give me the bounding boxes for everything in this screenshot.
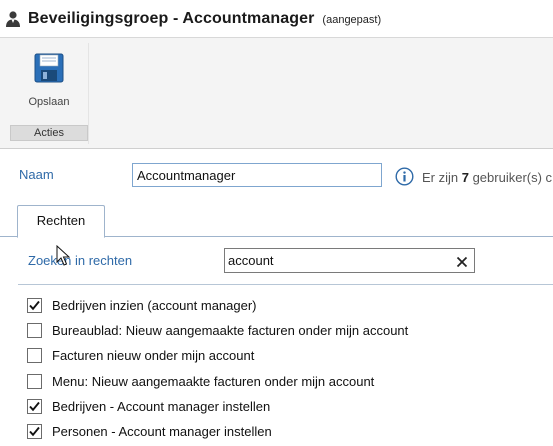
window-title: Beveiligingsgroep - Accountmanager bbox=[28, 9, 315, 27]
save-button-label: Opslaan bbox=[28, 96, 70, 108]
ribbon-toolbar: Opslaan Acties bbox=[0, 37, 553, 149]
search-label: Zoeken in rechten bbox=[28, 253, 133, 268]
permission-label: Personen - Account manager instellen bbox=[52, 424, 272, 440]
permission-item[interactable]: Menu: Nieuw aangemaakte facturen onder m… bbox=[27, 369, 547, 394]
permission-label: Menu: Nieuw aangemaakte facturen onder m… bbox=[52, 373, 375, 389]
floppy-disk-icon bbox=[34, 45, 64, 88]
security-group-form: Naam Er zijn 7 gebruiker(s) c Rechten Zo… bbox=[0, 150, 553, 446]
tab-rechten[interactable]: Rechten bbox=[17, 205, 105, 238]
checkmark-icon bbox=[29, 426, 40, 437]
permission-checkbox[interactable] bbox=[27, 348, 42, 364]
ribbon-group-label: Acties bbox=[10, 125, 88, 141]
permission-item[interactable]: Bedrijven - Account manager instellen bbox=[27, 394, 547, 419]
name-label: Naam bbox=[19, 167, 54, 182]
permission-label: Bedrijven - Account manager instellen bbox=[52, 398, 271, 414]
name-field[interactable] bbox=[132, 163, 382, 187]
checkmark-icon bbox=[29, 401, 40, 412]
permission-item[interactable]: Bedrijven inzien (account manager) bbox=[27, 293, 547, 318]
user-count: 7 bbox=[461, 170, 469, 185]
user-group-icon bbox=[4, 10, 22, 28]
permission-checkbox[interactable] bbox=[27, 398, 42, 414]
save-button[interactable]: Opslaan bbox=[10, 45, 88, 123]
permission-checkbox[interactable] bbox=[27, 424, 42, 440]
ribbon-group-actions: Opslaan Acties bbox=[9, 43, 89, 144]
permission-item[interactable]: Facturen nieuw onder mijn account bbox=[27, 343, 547, 368]
permission-item[interactable]: Personen - Account manager instellen bbox=[27, 419, 547, 444]
divider bbox=[18, 284, 553, 285]
permission-item[interactable]: Bureaublad: Nieuw aangemaakte facturen o… bbox=[27, 318, 547, 343]
permission-checkbox[interactable] bbox=[27, 323, 42, 339]
info-icon bbox=[395, 167, 414, 186]
permission-checkbox[interactable] bbox=[27, 298, 42, 314]
search-input[interactable] bbox=[228, 251, 448, 270]
user-count-text: Er zijn 7 gebruiker(s) c bbox=[422, 170, 553, 185]
permission-label: Bureaublad: Nieuw aangemaakte facturen o… bbox=[52, 323, 409, 339]
mouse-cursor-icon bbox=[56, 244, 71, 267]
tab-strip: Rechten bbox=[0, 205, 553, 238]
checkmark-icon bbox=[29, 300, 40, 311]
permission-list: Bedrijven inzien (account manager) Bureau… bbox=[27, 293, 547, 444]
title-bar: Beveiligingsgroep - Accountmanager (aang… bbox=[0, 0, 553, 37]
permission-label: Facturen nieuw onder mijn account bbox=[52, 348, 255, 364]
search-box bbox=[224, 248, 475, 273]
close-icon[interactable] bbox=[456, 255, 468, 268]
permission-label: Bedrijven inzien (account manager) bbox=[52, 298, 257, 314]
permission-checkbox[interactable] bbox=[27, 373, 42, 389]
modified-badge: (aangepast) bbox=[322, 13, 382, 26]
